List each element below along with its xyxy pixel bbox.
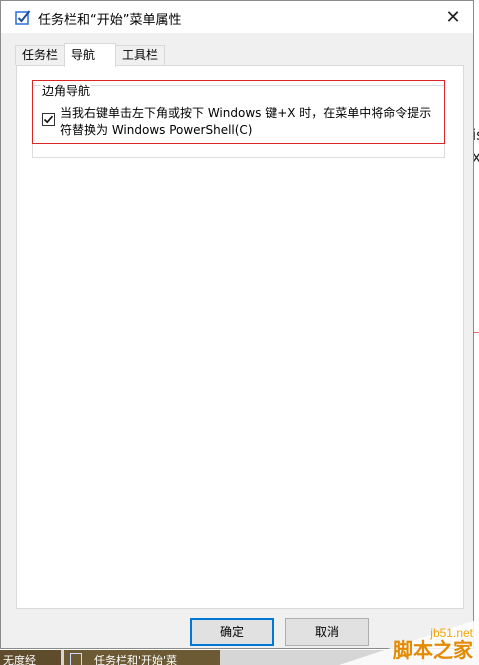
ok-button[interactable]: 确定: [190, 618, 274, 646]
powershell-checkbox-label[interactable]: 当我右键单击左下角或按下 Windows 键+X 时，在菜单中将命令提示符替换为…: [60, 105, 440, 139]
group-label: 边角导航: [41, 82, 92, 99]
close-button[interactable]: ✕: [433, 1, 473, 33]
window-title: 任务栏和“开始”菜单属性: [38, 13, 182, 28]
taskbar-properties-dialog: 任务栏和“开始”菜单属性 ✕ 任务栏 导航 工具栏 边角导航 当我右键单击左下角…: [0, 0, 474, 649]
watermark-brand: 脚本之家: [393, 638, 473, 662]
close-icon: ✕: [445, 6, 461, 28]
tab-navigation[interactable]: 导航: [64, 43, 116, 67]
checkmark-icon: [43, 115, 54, 124]
document-icon: [70, 653, 82, 665]
tab-taskbar[interactable]: 任务栏: [15, 45, 65, 65]
taskbar-item-1[interactable]: 无度经: [0, 650, 61, 665]
watermark: jb51.net 脚本之家: [329, 619, 479, 665]
taskbar-item-2[interactable]: 任务栏和'开始'菜: [64, 650, 220, 665]
tab-toolbars[interactable]: 工具栏: [115, 45, 165, 65]
title-bar: 任务栏和“开始”菜单属性 ✕: [1, 1, 473, 33]
powershell-checkbox[interactable]: [42, 113, 55, 126]
checkbox-app-icon: [15, 10, 31, 25]
